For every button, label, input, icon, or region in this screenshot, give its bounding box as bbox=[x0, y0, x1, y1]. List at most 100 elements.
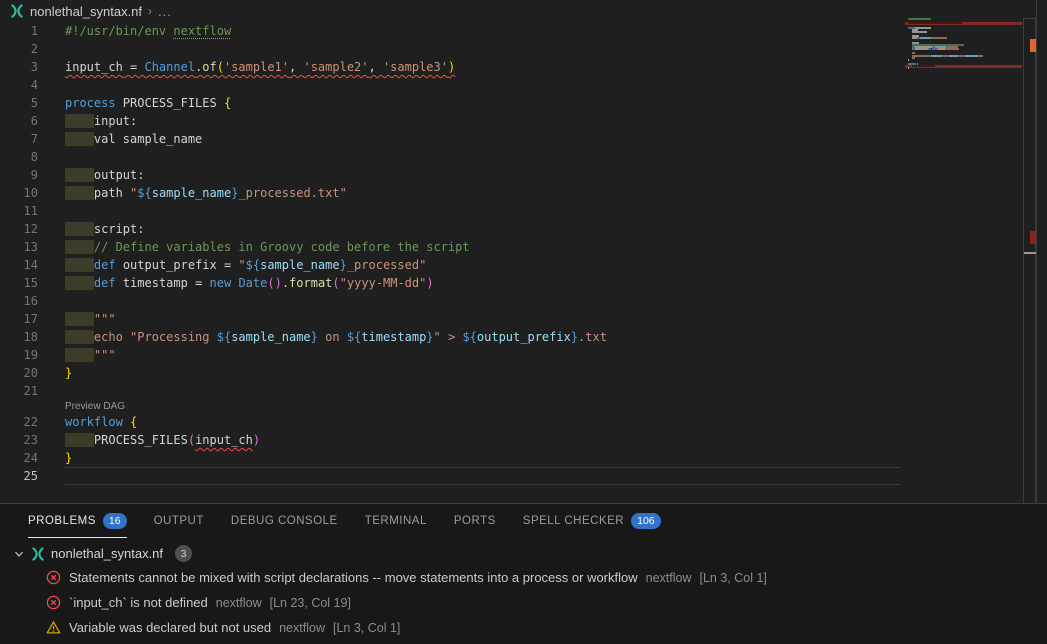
code-line[interactable]: 17 """ bbox=[0, 310, 1047, 328]
line-number: 10 bbox=[0, 184, 38, 202]
breadcrumb-chevron-icon: › bbox=[148, 4, 152, 18]
problems-count-badge: 3 bbox=[175, 545, 192, 562]
code-line-text: def timestamp = new Date().format("yyyy-… bbox=[65, 274, 434, 292]
code-line-text bbox=[65, 467, 900, 485]
code-line[interactable]: 9 output: bbox=[0, 166, 1047, 184]
line-number: 15 bbox=[0, 274, 38, 292]
line-number: 16 bbox=[0, 292, 38, 310]
tab-ports[interactable]: PORTS bbox=[454, 504, 496, 538]
problem-source: nextflow bbox=[279, 621, 325, 635]
warning-icon bbox=[46, 620, 61, 635]
breadcrumb-filename[interactable]: nonlethal_syntax.nf bbox=[30, 4, 142, 19]
code-line[interactable]: 24} bbox=[0, 449, 1047, 467]
breadcrumb: nonlethal_syntax.nf › ... bbox=[0, 0, 1047, 22]
indent-highlight bbox=[65, 433, 94, 447]
code-line[interactable]: 2 bbox=[0, 40, 1047, 58]
code-line[interactable]: 10 path "${sample_name}_processed.txt" bbox=[0, 184, 1047, 202]
bottom-panel: PROBLEMS16 OUTPUT DEBUG CONSOLE TERMINAL POR… bbox=[0, 503, 1047, 644]
problem-row[interactable]: Variable was declared but not usednextfl… bbox=[0, 615, 1047, 640]
problem-source: nextflow bbox=[646, 571, 692, 585]
code-line[interactable]: 19 """ bbox=[0, 346, 1047, 364]
line-number: 12 bbox=[0, 220, 38, 238]
code-line[interactable]: 18 echo "Processing ${sample_name} on ${… bbox=[0, 328, 1047, 346]
code-line[interactable]: 16 bbox=[0, 292, 1047, 310]
code-line[interactable]: 7 val sample_name bbox=[0, 130, 1047, 148]
code-line[interactable]: 11 bbox=[0, 202, 1047, 220]
code-line[interactable]: 1#!/usr/bin/env nextflow bbox=[0, 22, 1047, 40]
code-line[interactable]: 20} bbox=[0, 364, 1047, 382]
code-line[interactable]: 5process PROCESS_FILES { bbox=[0, 94, 1047, 112]
problem-location: [Ln 23, Col 19] bbox=[270, 596, 351, 610]
indent-highlight bbox=[65, 330, 94, 344]
code-line-text: val sample_name bbox=[65, 130, 202, 148]
line-number: 9 bbox=[0, 166, 38, 184]
error-icon bbox=[46, 595, 61, 610]
code-line[interactable]: 3 input_ch = Channel.of('sample1', 'sampl… bbox=[0, 58, 1047, 76]
problem-message: Statements cannot be mixed with script d… bbox=[69, 570, 638, 585]
line-number: 8 bbox=[0, 148, 38, 166]
indent-highlight bbox=[65, 168, 94, 182]
line-number: 3 bbox=[0, 58, 38, 76]
indent-highlight bbox=[65, 312, 94, 326]
code-editor[interactable]: 1#!/usr/bin/env nextflow23 input_ch = Cha… bbox=[0, 22, 1047, 503]
line-number: 4 bbox=[0, 76, 38, 94]
code-line-text: PROCESS_FILES(input_ch) bbox=[65, 431, 260, 449]
error-icon bbox=[46, 570, 61, 585]
code-line-text: path "${sample_name}_processed.txt" bbox=[65, 184, 347, 202]
code-line-text: input: bbox=[65, 112, 137, 130]
codelens-preview-dag[interactable]: Preview DAG bbox=[0, 400, 1047, 413]
code-line-text: } bbox=[65, 449, 72, 467]
tab-count-badge: 106 bbox=[631, 513, 661, 529]
tab-count-badge: 16 bbox=[103, 513, 127, 529]
code-line[interactable]: 25 bbox=[0, 467, 1047, 485]
indent-highlight bbox=[65, 348, 94, 362]
tab-problems[interactable]: PROBLEMS16 bbox=[28, 504, 127, 538]
code-line[interactable]: 23 PROCESS_FILES(input_ch) bbox=[0, 431, 1047, 449]
code-line-text: process PROCESS_FILES { bbox=[65, 94, 231, 112]
code-line-text: """ bbox=[65, 310, 116, 328]
indent-highlight bbox=[65, 240, 94, 254]
code-line[interactable]: 15 def timestamp = new Date().format("yy… bbox=[0, 274, 1047, 292]
tab-terminal[interactable]: TERMINAL bbox=[365, 504, 427, 538]
code-line[interactable]: 4 bbox=[0, 76, 1047, 94]
code-line[interactable]: 22workflow { bbox=[0, 413, 1047, 431]
editor-right-border bbox=[1036, 0, 1037, 503]
indent-highlight bbox=[65, 132, 94, 146]
code-line-text: input_ch = Channel.of('sample1', 'sample… bbox=[65, 58, 455, 76]
code-line-text: workflow { bbox=[65, 413, 137, 431]
code-line[interactable]: 8 bbox=[0, 148, 1047, 166]
tab-output[interactable]: OUTPUT bbox=[154, 504, 204, 538]
problem-location: [Ln 3, Col 1] bbox=[700, 571, 767, 585]
problem-message: `input_ch` is not defined bbox=[69, 595, 208, 610]
problems-file-name: nonlethal_syntax.nf bbox=[51, 546, 163, 561]
line-number: 13 bbox=[0, 238, 38, 256]
line-number: 6 bbox=[0, 112, 38, 130]
problems-file-row[interactable]: nonlethal_syntax.nf 3 bbox=[0, 542, 1047, 565]
nextflow-file-icon bbox=[10, 4, 24, 18]
code-line[interactable]: 14 def output_prefix = "${sample_name}_p… bbox=[0, 256, 1047, 274]
problem-row[interactable]: `input_ch` is not defined nextflow [Ln 23,… bbox=[0, 590, 1047, 615]
code-line-text: """ bbox=[65, 346, 116, 364]
line-number: 7 bbox=[0, 130, 38, 148]
indent-highlight bbox=[65, 276, 94, 290]
problem-row[interactable]: Statements cannot be mixed with script d… bbox=[0, 565, 1047, 590]
breadcrumb-more[interactable]: ... bbox=[158, 4, 172, 19]
chevron-down-icon[interactable] bbox=[13, 548, 25, 560]
line-number: 21 bbox=[0, 382, 38, 400]
tab-debug-console[interactable]: DEBUG CONSOLE bbox=[231, 504, 338, 538]
indent-highlight bbox=[65, 186, 94, 200]
nextflow-file-icon bbox=[31, 547, 45, 561]
line-number: 25 bbox=[0, 467, 38, 485]
code-line-text: def output_prefix = "${sample_name}_proc… bbox=[65, 256, 426, 274]
code-line[interactable]: 13 // Define variables in Groovy code be… bbox=[0, 238, 1047, 256]
code-line-text: script: bbox=[65, 220, 144, 238]
tab-spell-checker[interactable]: SPELL CHECKER106 bbox=[523, 504, 661, 538]
code-line[interactable]: 6 input: bbox=[0, 112, 1047, 130]
overview-ruler[interactable] bbox=[1023, 18, 1036, 503]
minimap[interactable] bbox=[905, 18, 1022, 98]
code-line-text: // Define variables in Groovy code befor… bbox=[65, 238, 470, 256]
problem-source: nextflow bbox=[216, 596, 262, 610]
code-line[interactable]: 21 bbox=[0, 382, 1047, 400]
line-number: 11 bbox=[0, 202, 38, 220]
code-line[interactable]: 12 script: bbox=[0, 220, 1047, 238]
